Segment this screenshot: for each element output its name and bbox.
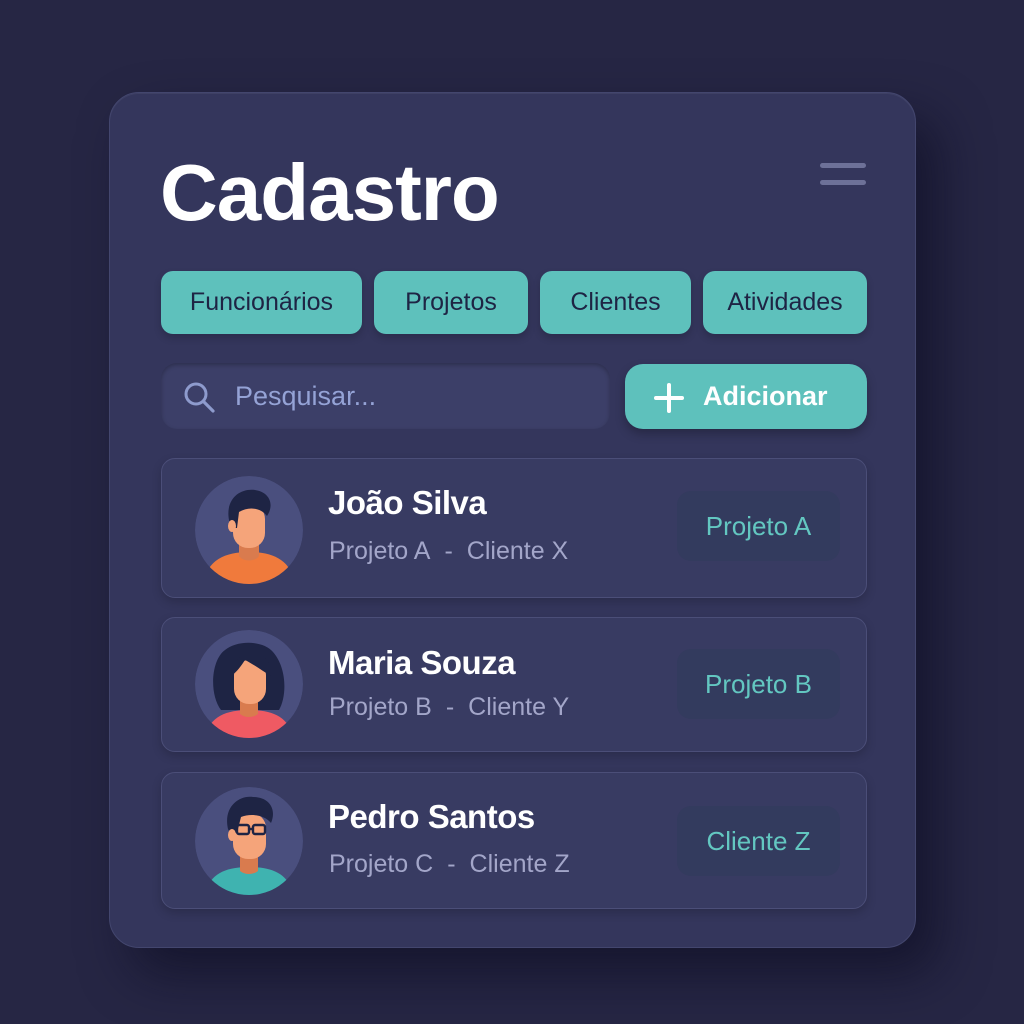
list-item[interactable]: João Silva Projeto A - Cliente X Projeto A xyxy=(161,458,867,598)
search-box[interactable] xyxy=(161,363,610,429)
tab-projetos[interactable]: Projetos xyxy=(374,271,528,334)
separator: - xyxy=(445,693,455,721)
add-button-label: Adicionar xyxy=(703,381,828,411)
person-name: Maria Souza xyxy=(328,644,516,681)
project-label: Projeto A xyxy=(329,537,431,565)
male-glasses-avatar-icon xyxy=(195,787,303,895)
cadastro-panel: Cadastro Funcionários Projetos Clientes … xyxy=(109,92,916,948)
avatar xyxy=(195,787,303,895)
status-badge[interactable]: Projeto A xyxy=(677,491,840,561)
client-label: Cliente Y xyxy=(468,693,570,721)
menu-line xyxy=(820,180,866,185)
plus-icon xyxy=(654,383,684,413)
person-name: Pedro Santos xyxy=(328,798,535,835)
status-badge[interactable]: Projeto B xyxy=(677,649,840,719)
avatar xyxy=(195,476,303,584)
person-name: João Silva xyxy=(328,484,487,521)
person-details: Projeto A - Cliente X xyxy=(329,537,568,566)
male-avatar-icon xyxy=(195,476,303,584)
client-label: Cliente Z xyxy=(469,850,570,878)
add-button[interactable]: Adicionar xyxy=(625,364,867,429)
status-badge[interactable]: Cliente Z xyxy=(677,806,840,876)
female-avatar-icon xyxy=(195,630,303,738)
client-label: Cliente X xyxy=(466,537,569,565)
avatar xyxy=(195,630,303,738)
person-details: Projeto B - Cliente Y xyxy=(329,693,569,722)
menu-line xyxy=(820,163,866,168)
tab-funcionarios[interactable]: Funcionários xyxy=(161,271,362,334)
separator: - xyxy=(444,537,453,565)
list-item[interactable]: Maria Souza Projeto B - Cliente Y Projeto … xyxy=(161,617,867,752)
person-details: Projeto C - Cliente Z xyxy=(329,850,570,879)
list-item[interactable]: Pedro Santos Projeto C - Cliente Z Cliente… xyxy=(161,772,867,909)
project-label: Projeto B xyxy=(329,693,432,721)
tab-clientes[interactable]: Clientes xyxy=(540,271,691,334)
separator: - xyxy=(447,850,456,878)
search-input[interactable] xyxy=(235,373,595,419)
page-title: Cadastro xyxy=(160,148,500,237)
tab-atividades[interactable]: Atividades xyxy=(703,271,867,334)
search-icon xyxy=(184,382,215,413)
project-label: Projeto C xyxy=(329,850,434,878)
hamburger-menu-icon[interactable] xyxy=(818,161,868,195)
